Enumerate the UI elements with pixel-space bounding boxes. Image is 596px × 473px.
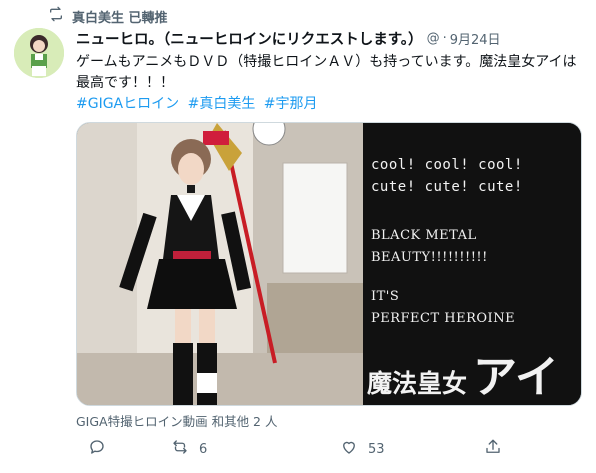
retweet-indicator: 真白美生 已轉推 — [48, 6, 168, 26]
share-icon — [484, 438, 502, 460]
retweet-icon — [171, 438, 189, 460]
hashtag-link[interactable]: #真白美生 — [188, 96, 256, 112]
retweet-button[interactable]: 6 — [171, 438, 207, 460]
heart-icon — [340, 438, 358, 460]
promo-line: BLACK METAL — [371, 228, 477, 243]
like-button[interactable]: 53 — [340, 438, 385, 460]
promo-line: BEAUTY!!!!!!!!!! — [371, 250, 488, 265]
action-bar: 6 53 — [76, 438, 582, 462]
promo-line: IT'S — [371, 289, 400, 304]
retweet-count: 6 — [199, 441, 208, 457]
tweet-text: ゲームもアニメもＤＶＤ（特撮ヒロインＡＶ）も持っています。魔法皇女アイは最高です… — [76, 54, 577, 91]
promo-text-panel: cool! cool! cool! cute! cute! cute! BLAC… — [363, 123, 581, 405]
media-attachment[interactable]: cool! cool! cool! cute! cute! cute! BLAC… — [76, 122, 582, 406]
retweeted-by-label: 真白美生 已轉推 — [72, 10, 168, 26]
promo-line: cool! cool! cool! — [371, 157, 523, 173]
hashtag-list: #GIGAヒロイン #真白美生 #宇那月 — [76, 94, 322, 115]
display-name[interactable]: ニューヒロ。（ニューヒロインにリクエストします。） — [76, 28, 423, 49]
retweet-icon — [48, 6, 64, 26]
separator-dot: · — [442, 30, 447, 46]
avatar[interactable] — [14, 28, 64, 78]
promo-title-large: アイ — [473, 352, 559, 403]
reply-icon — [88, 438, 106, 460]
promo-line: cute! cute! cute! — [371, 179, 523, 195]
promo-title: 魔法皇女 アイ — [367, 341, 559, 405]
user-handle[interactable]: @ — [427, 31, 440, 46]
cosplay-photo — [77, 123, 363, 405]
share-button[interactable] — [484, 438, 512, 460]
tweet-header: ニューヒロ。（ニューヒロインにリクエストします。） @ · 9月24日 — [76, 28, 582, 48]
media-tag-line[interactable]: GIGA特撮ヒロイン動画 和其他 2 人 — [76, 411, 277, 430]
promo-line: PERFECT HEROINE — [371, 311, 516, 326]
reply-button[interactable] — [88, 438, 116, 460]
promo-title-small: 魔法皇女 — [367, 369, 468, 398]
hashtag-link[interactable]: #GIGAヒロイン — [76, 96, 179, 112]
tweet-date[interactable]: 9月24日 — [450, 29, 501, 48]
hashtag-link[interactable]: #宇那月 — [264, 96, 318, 112]
like-count: 53 — [368, 441, 385, 457]
